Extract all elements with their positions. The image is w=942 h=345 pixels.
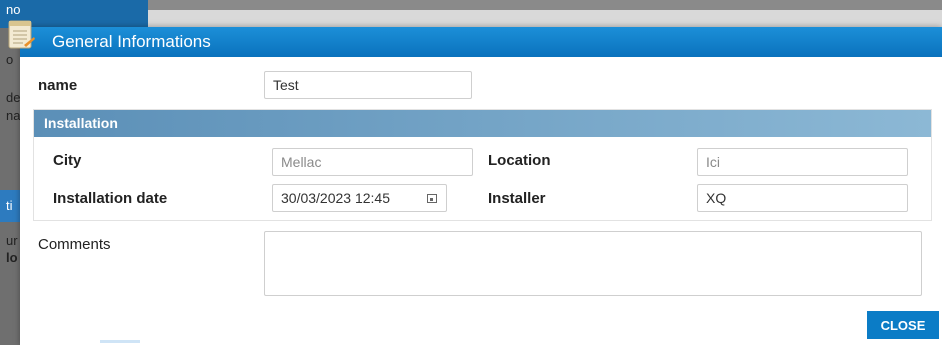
notepad-icon <box>8 20 35 49</box>
installation-date-input[interactable]: 30/03/2023 12:45 <box>272 184 447 212</box>
city-input[interactable]: Mellac <box>272 148 473 176</box>
background-text-1: o <box>6 52 14 67</box>
installer-input[interactable]: XQ <box>697 184 908 212</box>
dialog-title: General Informations <box>52 32 211 51</box>
comments-textarea[interactable] <box>264 231 922 296</box>
name-label: name <box>38 77 78 94</box>
name-input[interactable]: Test <box>264 71 472 99</box>
background-text-4: ur <box>6 233 18 248</box>
installation-date-value: 30/03/2023 12:45 <box>281 190 390 206</box>
comments-label: Comments <box>38 236 111 253</box>
general-informations-dialog: General Informations name Test Installat… <box>8 20 942 345</box>
background-header-text: no <box>6 2 21 17</box>
background-text-3: na <box>6 108 21 123</box>
background-tab-text: ti <box>6 198 13 213</box>
city-label: City <box>53 152 82 169</box>
dialog-header[interactable]: General Informations <box>8 20 942 57</box>
location-label: Location <box>488 152 551 169</box>
calendar-icon[interactable] <box>427 194 437 203</box>
background-header-strip <box>148 0 942 10</box>
background-text-2: de <box>6 90 21 105</box>
background-tab: ti <box>0 190 22 222</box>
faint-element <box>100 340 140 343</box>
installation-header: Installation <box>34 110 931 137</box>
installer-label: Installer <box>488 190 546 207</box>
installation-date-label: Installation date <box>53 190 168 207</box>
installation-group: Installation City Mellac Location Ici In… <box>33 109 932 221</box>
close-button[interactable]: CLOSE <box>867 311 939 339</box>
location-input[interactable]: Ici <box>697 148 908 176</box>
background-text-5: lo <box>6 250 18 265</box>
